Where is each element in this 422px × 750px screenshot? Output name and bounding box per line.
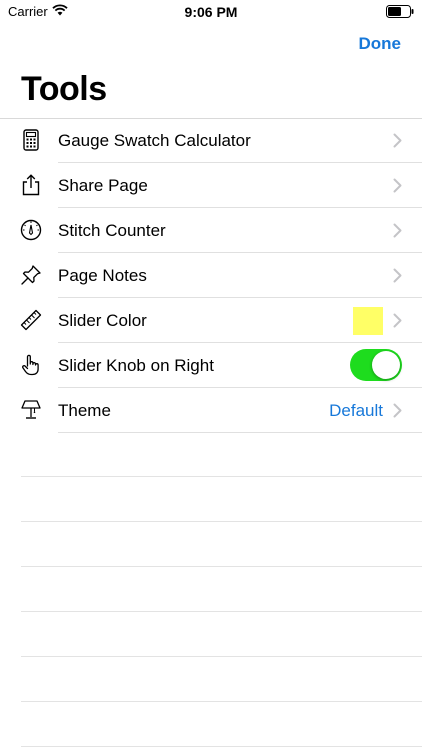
stitch-counter-icon <box>20 219 42 241</box>
calculator-icon <box>23 129 39 151</box>
row-share-page[interactable]: Share Page <box>0 163 422 208</box>
page-title: Tools <box>21 70 107 108</box>
row-label: Share Page <box>58 176 148 195</box>
chevron-right-icon <box>393 403 402 418</box>
chevron-right-icon <box>393 268 402 283</box>
status-bar: Carrier 9:06 PM <box>0 0 422 24</box>
lamp-icon <box>21 400 41 419</box>
row-label: Page Notes <box>58 266 147 285</box>
done-button[interactable]: Done <box>359 34 402 54</box>
row-label: Theme <box>58 401 111 420</box>
row-label: Slider Color <box>58 311 147 330</box>
row-gauge-swatch-calculator[interactable]: Gauge Swatch Calculator <box>0 118 422 163</box>
row-separator <box>58 432 422 433</box>
share-icon <box>22 174 40 196</box>
row-theme[interactable]: Theme Default <box>0 388 422 433</box>
nav-bar: Done <box>0 24 422 64</box>
row-label: Slider Knob on Right <box>58 356 214 375</box>
row-slider-color[interactable]: Slider Color <box>0 298 422 343</box>
chevron-right-icon <box>393 223 402 238</box>
empty-row-separator <box>21 476 422 477</box>
empty-row-separator <box>21 566 422 567</box>
battery-icon <box>386 5 414 18</box>
chevron-right-icon <box>393 178 402 193</box>
chevron-right-icon <box>393 133 402 148</box>
row-page-notes[interactable]: Page Notes <box>0 253 422 298</box>
theme-value: Default <box>329 401 383 420</box>
slider-color-swatch <box>353 307 383 335</box>
chevron-right-icon <box>393 313 402 328</box>
row-slider-knob-on-right: Slider Knob on Right <box>0 343 422 388</box>
slider-knob-toggle[interactable] <box>350 349 402 381</box>
empty-row-separator <box>21 656 422 657</box>
row-label: Gauge Swatch Calculator <box>58 131 251 150</box>
empty-row-separator <box>21 611 422 612</box>
pin-icon <box>21 265 41 285</box>
empty-row-separator <box>21 521 422 522</box>
empty-row-separator <box>21 746 422 747</box>
ruler-icon <box>20 309 42 331</box>
row-stitch-counter[interactable]: Stitch Counter <box>0 208 422 253</box>
empty-row-separator <box>21 701 422 702</box>
status-time: 9:06 PM <box>184 4 238 20</box>
toggle-knob <box>372 351 400 379</box>
row-label: Stitch Counter <box>58 221 166 240</box>
pointing-hand-icon <box>22 354 39 376</box>
